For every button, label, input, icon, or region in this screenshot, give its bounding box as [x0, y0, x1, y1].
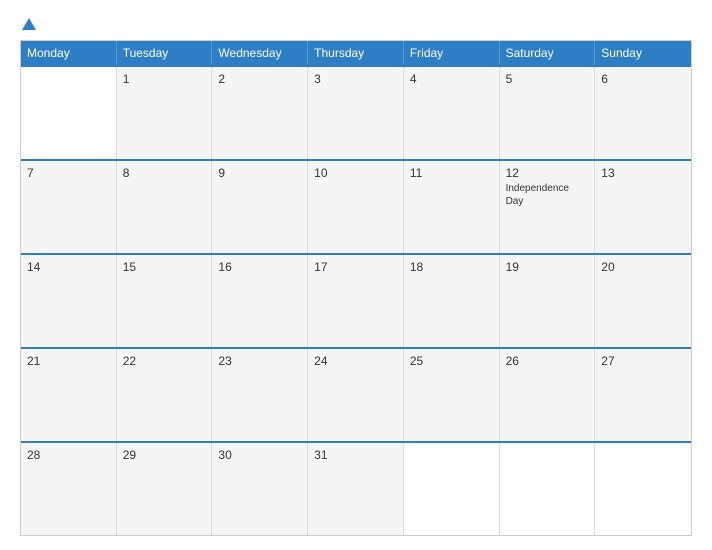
day-number: 2	[218, 72, 301, 86]
day-cell	[500, 443, 596, 535]
day-number: 24	[314, 354, 397, 368]
day-number: 3	[314, 72, 397, 86]
day-cell: 28	[21, 443, 117, 535]
day-number: 22	[123, 354, 206, 368]
day-number: 20	[601, 260, 685, 274]
day-cell: 16	[212, 255, 308, 347]
day-cell	[404, 443, 500, 535]
day-cell: 25	[404, 349, 500, 441]
day-cell: 21	[21, 349, 117, 441]
day-number: 25	[410, 354, 493, 368]
logo	[20, 18, 36, 30]
day-number: 11	[410, 166, 493, 180]
day-cell: 8	[117, 161, 213, 253]
logo-blue-text	[20, 18, 36, 30]
day-number: 5	[506, 72, 589, 86]
day-cell: 2	[212, 67, 308, 159]
day-cell: 23	[212, 349, 308, 441]
day-header-sunday: Sunday	[595, 41, 691, 65]
day-cell: 7	[21, 161, 117, 253]
day-number: 28	[27, 448, 110, 462]
day-number: 29	[123, 448, 206, 462]
day-number: 26	[506, 354, 589, 368]
weeks-container: 123456789101112Independence Day131415161…	[21, 65, 691, 535]
day-header-monday: Monday	[21, 41, 117, 65]
day-cell: 12 Independence Day	[500, 161, 596, 253]
day-number: 13	[601, 166, 685, 180]
day-header-wednesday: Wednesday	[212, 41, 308, 65]
day-cell: 5	[500, 67, 596, 159]
day-cell: 6	[595, 67, 691, 159]
day-cell: 4	[404, 67, 500, 159]
day-number: 18	[410, 260, 493, 274]
day-header-tuesday: Tuesday	[117, 41, 213, 65]
day-cell: 27	[595, 349, 691, 441]
day-number: 12	[506, 166, 589, 180]
day-cell: 20	[595, 255, 691, 347]
day-number: 27	[601, 354, 685, 368]
day-number: 8	[123, 166, 206, 180]
day-number: 4	[410, 72, 493, 86]
day-number: 1	[123, 72, 206, 86]
calendar-grid: MondayTuesdayWednesdayThursdayFridaySatu…	[20, 40, 692, 536]
day-cell: 31	[308, 443, 404, 535]
logo-triangle-icon	[22, 18, 36, 30]
header	[20, 18, 692, 30]
day-cell	[21, 67, 117, 159]
day-number: 16	[218, 260, 301, 274]
day-number: 21	[27, 354, 110, 368]
day-cell: 22	[117, 349, 213, 441]
day-cell: 17	[308, 255, 404, 347]
day-cell: 3	[308, 67, 404, 159]
day-cell: 29	[117, 443, 213, 535]
event-label: Independence Day	[506, 182, 589, 208]
day-cell: 10	[308, 161, 404, 253]
day-cell: 18	[404, 255, 500, 347]
day-number: 6	[601, 72, 685, 86]
day-cell: 14	[21, 255, 117, 347]
day-header-thursday: Thursday	[308, 41, 404, 65]
day-number: 15	[123, 260, 206, 274]
week-row-4: 21 22 23 24 25 26 27	[21, 347, 691, 441]
day-headers-row: MondayTuesdayWednesdayThursdayFridaySatu…	[21, 41, 691, 65]
week-row-2: 789 10 11 12 Independence Day 13	[21, 159, 691, 253]
day-number: 10	[314, 166, 397, 180]
day-cell: 15	[117, 255, 213, 347]
day-number: 9	[218, 166, 301, 180]
day-cell: 24	[308, 349, 404, 441]
day-cell: 26	[500, 349, 596, 441]
day-number: 19	[506, 260, 589, 274]
day-number: 30	[218, 448, 301, 462]
day-header-friday: Friday	[404, 41, 500, 65]
week-row-5: 28 29 30 31	[21, 441, 691, 535]
day-cell	[595, 443, 691, 535]
day-number: 31	[314, 448, 397, 462]
day-header-saturday: Saturday	[500, 41, 596, 65]
day-cell: 1	[117, 67, 213, 159]
day-number: 14	[27, 260, 110, 274]
day-cell: 19	[500, 255, 596, 347]
day-cell: 11	[404, 161, 500, 253]
day-number: 17	[314, 260, 397, 274]
calendar-page: MondayTuesdayWednesdayThursdayFridaySatu…	[0, 0, 712, 550]
day-number: 7	[27, 166, 110, 180]
day-cell: 30	[212, 443, 308, 535]
day-cell: 9	[212, 161, 308, 253]
day-number: 23	[218, 354, 301, 368]
day-cell: 13	[595, 161, 691, 253]
week-row-3: 14 15 16 17 18 19 20	[21, 253, 691, 347]
week-row-1: 123456	[21, 65, 691, 159]
